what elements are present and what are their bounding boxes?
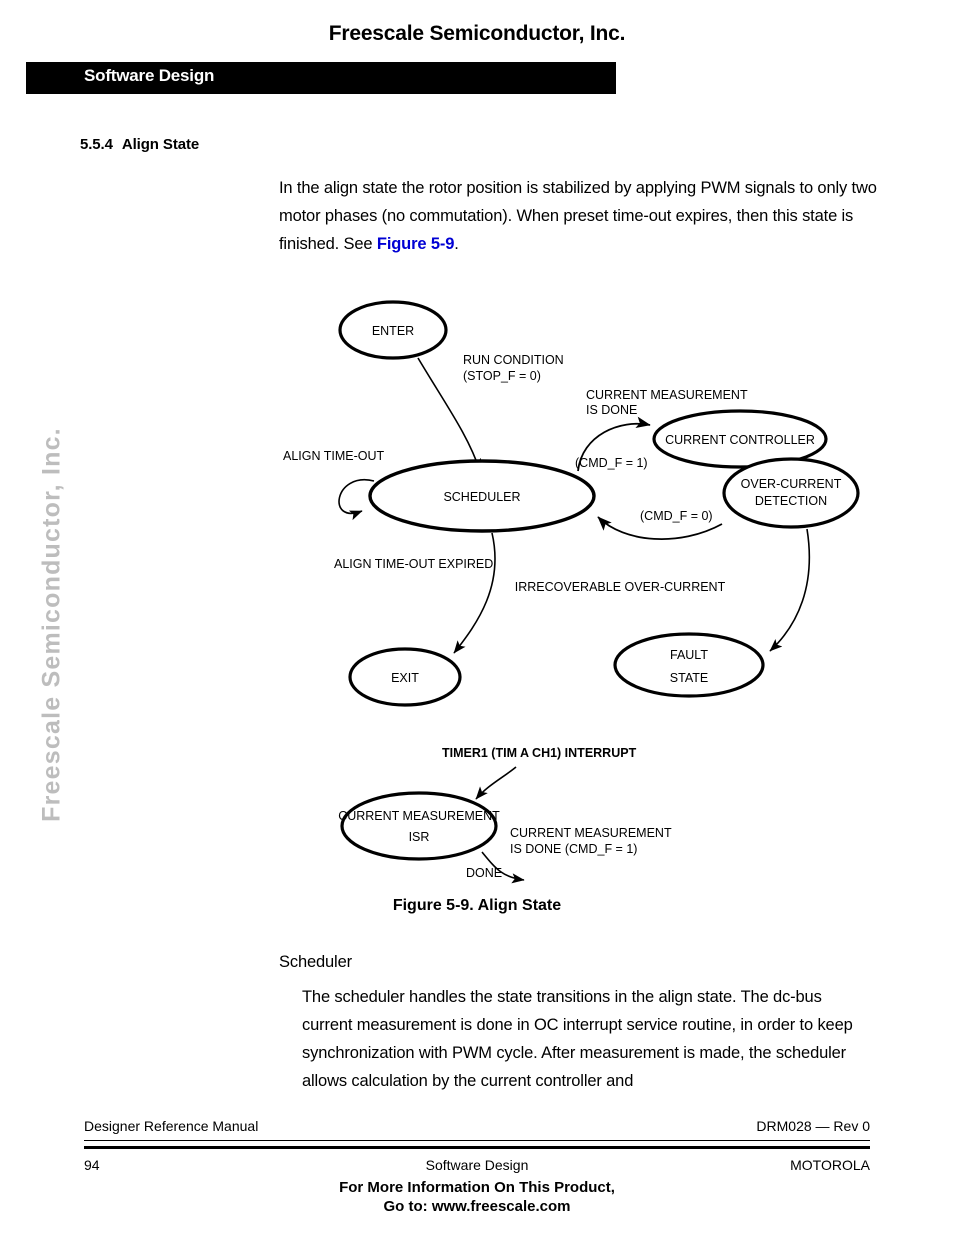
footer-promo-line1: For More Information On This Product, bbox=[339, 1179, 615, 1196]
company-header: Freescale Semiconductor, Inc. bbox=[328, 22, 626, 45]
edge-label-irrecoverable-over-current: IRRECOVERABLE OVER-CURRENT bbox=[515, 580, 726, 594]
edge-label-timer1-interrupt: TIMER1 (TIM A CH1) INTERRUPT bbox=[442, 746, 637, 760]
edge-label-isr-done-line1: CURRENT MEASUREMENT bbox=[510, 826, 672, 840]
edge-label-isr-done-line2: IS DONE (CMD_F = 1) bbox=[510, 842, 637, 856]
edge-label-align-timeout-expired: ALIGN TIME-OUT EXPIRED bbox=[334, 557, 493, 571]
state-node-current-measurement-isr bbox=[340, 791, 498, 861]
footer-manual-name: Designer Reference Manual bbox=[84, 1118, 259, 1134]
document-page: Freescale Semiconductor, Inc. Software D… bbox=[0, 0, 954, 1235]
state-label-fault-line2: STATE bbox=[670, 671, 708, 685]
edge-label-run-condition-line1: RUN CONDITION bbox=[463, 353, 564, 367]
edge-label-current-meas-done-line2: IS DONE bbox=[586, 403, 637, 417]
state-label-enter: ENTER bbox=[372, 324, 414, 338]
footer-promo-line2: Go to: www.freescale.com bbox=[383, 1198, 571, 1215]
intro-text-after: . bbox=[454, 235, 459, 253]
state-label-over-current-line1: OVER-CURRENT bbox=[741, 477, 842, 491]
edge-label-cmd-f-0: (CMD_F = 0) bbox=[640, 509, 713, 523]
align-state-diagram: ENTER SCHEDULER CURRENT CONTROLLER OVER-… bbox=[270, 285, 890, 885]
state-label-exit: EXIT bbox=[391, 671, 419, 685]
state-label-isr-line1: CURRENT MEASUREMENT bbox=[338, 809, 500, 823]
edge-over-current-to-fault-state bbox=[769, 528, 811, 652]
edge-label-done: DONE bbox=[466, 866, 502, 880]
edge-label-cmd-f-1: (CMD_F = 1) bbox=[575, 456, 648, 470]
footer-promo: For More Information On This Product, Go… bbox=[0, 1178, 954, 1216]
scheduler-subheading: Scheduler bbox=[279, 953, 352, 971]
state-label-isr-line2: ISR bbox=[409, 830, 430, 844]
section-title: Align State bbox=[121, 136, 200, 153]
footer-brand: MOTOROLA bbox=[790, 1157, 870, 1173]
footer-divider-thick bbox=[84, 1146, 870, 1149]
scheduler-paragraph: The scheduler handles the state transiti… bbox=[302, 988, 853, 1090]
state-label-current-controller: CURRENT CONTROLLER bbox=[665, 433, 815, 447]
edge-label-run-condition-line2: (STOP_F = 0) bbox=[463, 369, 541, 383]
state-node-over-current-detection bbox=[722, 457, 860, 529]
state-label-fault-line1: FAULT bbox=[670, 648, 708, 662]
section-number: 5.5.4 bbox=[80, 136, 113, 153]
state-node-fault-state bbox=[613, 632, 765, 698]
section-heading: 5.5.4 Align State bbox=[80, 136, 199, 153]
footer-doc-rev: DRM028 — Rev 0 bbox=[756, 1118, 870, 1134]
state-label-scheduler: SCHEDULER bbox=[443, 490, 520, 504]
state-label-over-current-line2: DETECTION bbox=[755, 494, 827, 508]
edge-scheduler-to-exit bbox=[453, 532, 496, 654]
edge-label-align-timeout: ALIGN TIME-OUT bbox=[283, 449, 385, 463]
figure-caption: Figure 5-9. Align State bbox=[392, 897, 562, 914]
intro-paragraph: In the align state the rotor position is… bbox=[279, 174, 879, 258]
footer-divider-thin bbox=[84, 1140, 870, 1141]
edge-label-current-meas-done-line1: CURRENT MEASUREMENT bbox=[586, 388, 748, 402]
intro-text-before: In the align state the rotor position is… bbox=[279, 179, 877, 253]
figure-cross-reference-link[interactable]: Figure 5-9 bbox=[377, 235, 455, 253]
chapter-bar-label: Software Design bbox=[84, 66, 215, 85]
edge-timer1-interrupt-to-isr bbox=[475, 766, 517, 800]
side-watermark: Freescale Semiconductor, Inc. bbox=[37, 427, 66, 822]
